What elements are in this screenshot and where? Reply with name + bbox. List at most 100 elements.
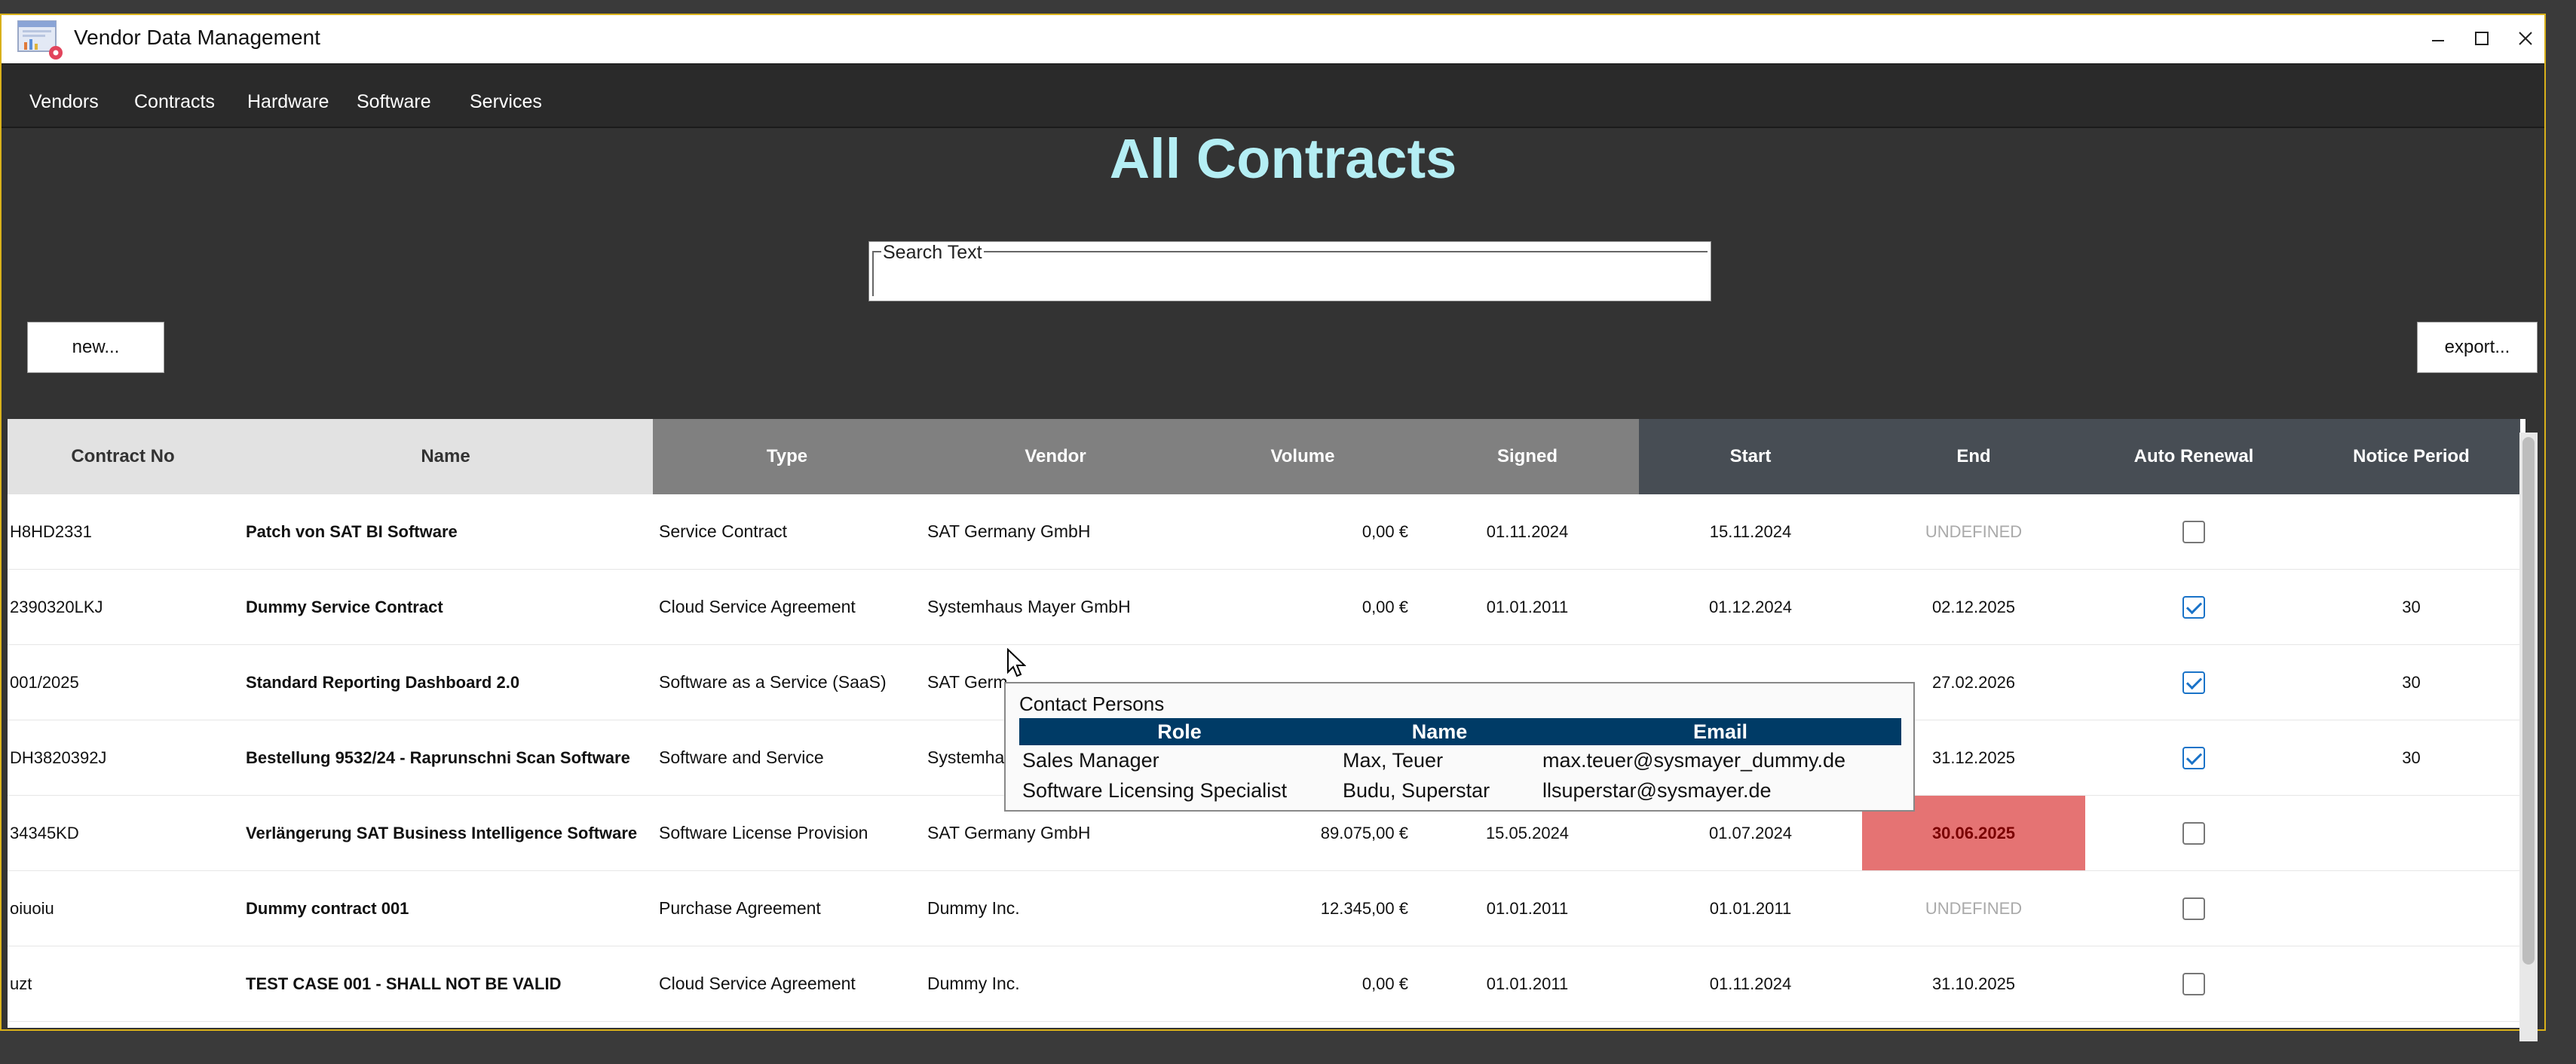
search-input[interactable] xyxy=(872,252,1708,296)
cell-type: Software and Service xyxy=(653,720,921,796)
header-volume[interactable]: Volume xyxy=(1190,419,1416,494)
menu-software[interactable]: Software xyxy=(357,65,431,127)
scrollbar-thumb[interactable] xyxy=(2522,437,2535,965)
contact-name: Budu, Superstar xyxy=(1343,778,1490,802)
table-row[interactable]: H8HD2331 Patch von SAT BI Software Servi… xyxy=(8,494,2520,570)
cell-type: Software License Provision xyxy=(653,795,921,871)
new-button[interactable]: new... xyxy=(27,322,164,373)
cell-volume: 0,00 € xyxy=(1190,946,1416,1022)
contact-name: Max, Teuer xyxy=(1343,748,1444,772)
cell-signed: 01.01.2011 xyxy=(1416,870,1639,946)
cell-name: Patch von SAT BI Software xyxy=(238,494,653,570)
menu-hardware[interactable]: Hardware xyxy=(247,65,329,127)
table-row[interactable]: 2390320LKJ Dummy Service Contract Cloud … xyxy=(8,569,2520,645)
cell-notice-period xyxy=(2302,870,2520,946)
contact-email: max.teuer@sysmayer_dummy.de xyxy=(1542,748,1846,772)
cell-start: 01.11.2024 xyxy=(1639,946,1862,1022)
header-name[interactable]: Name xyxy=(238,419,653,494)
cell-signed: 01.11.2024 xyxy=(1416,494,1639,570)
header-signed[interactable]: Signed xyxy=(1416,419,1639,494)
minimize-icon[interactable] xyxy=(2419,21,2457,57)
cell-type: Software as a Service (SaaS) xyxy=(653,644,921,720)
cell-vendor: Systemhaus Mayer GmbH xyxy=(921,569,1190,645)
header-contract-no[interactable]: Contract No xyxy=(8,419,238,494)
menu-bar: Vendors Contracts Hardware Software Serv… xyxy=(2,65,2544,128)
contact-role: Software Licensing Specialist xyxy=(1022,778,1288,802)
cell-type: Service Contract xyxy=(653,494,921,570)
cell-auto-renewal xyxy=(2085,494,2302,570)
cell-notice-period: 30 xyxy=(2302,644,2520,720)
cell-vendor: Dummy Inc. xyxy=(921,946,1190,1022)
cell-name: Standard Reporting Dashboard 2.0 xyxy=(238,644,653,720)
auto-renewal-checkbox[interactable] xyxy=(2182,671,2205,694)
header-end[interactable]: End xyxy=(1862,419,2085,494)
search-label: Search Text xyxy=(881,242,984,264)
cell-name: Verlängerung SAT Business Intelligence S… xyxy=(238,795,653,871)
menu-contracts[interactable]: Contracts xyxy=(134,65,215,127)
cell-contract-no: uzt xyxy=(8,946,238,1022)
export-button[interactable]: export... xyxy=(2417,322,2538,373)
maximize-icon[interactable] xyxy=(2463,21,2501,57)
app-icon xyxy=(17,20,63,60)
cell-signed: 01.01.2011 xyxy=(1416,569,1639,645)
cell-auto-renewal xyxy=(2085,720,2302,796)
cell-start: 01.12.2024 xyxy=(1639,569,1862,645)
cell-volume: 0,00 € xyxy=(1190,494,1416,570)
header-type[interactable]: Type xyxy=(653,419,921,494)
header-notice-period[interactable]: Notice Period xyxy=(2302,419,2520,494)
menu-vendors[interactable]: Vendors xyxy=(29,65,99,127)
search-field[interactable]: Search Text xyxy=(868,241,1711,301)
cell-volume: 12.345,00 € xyxy=(1190,870,1416,946)
auto-renewal-checkbox[interactable] xyxy=(2182,897,2205,920)
cell-end: UNDEFINED xyxy=(1862,494,2085,570)
cell-end: 31.10.2025 xyxy=(1862,946,2085,1022)
tooltip-header-name: Name xyxy=(1340,718,1539,745)
mouse-pointer-icon xyxy=(1007,648,1026,677)
cell-notice-period xyxy=(2302,946,2520,1022)
cell-contract-no: H8HD2331 xyxy=(8,494,238,570)
menu-services[interactable]: Services xyxy=(470,65,542,127)
auto-renewal-checkbox[interactable] xyxy=(2182,821,2205,845)
cell-auto-renewal xyxy=(2085,946,2302,1022)
cell-name: Bestellung 9532/24 - Raprunschni Scan So… xyxy=(238,720,653,796)
tooltip-title: Contact Persons xyxy=(1019,693,1165,715)
contact-persons-tooltip: Contact Persons Role Name Email Sales Ma… xyxy=(1004,682,1915,812)
auto-renewal-checkbox[interactable] xyxy=(2182,746,2205,769)
table-row[interactable]: uzt TEST CASE 001 - SHALL NOT BE VALID C… xyxy=(8,946,2520,1022)
header-vendor[interactable]: Vendor xyxy=(921,419,1190,494)
contact-row: Sales Manager Max, Teuer max.teuer@sysma… xyxy=(1019,745,1901,775)
cell-name: TEST CASE 001 - SHALL NOT BE VALID xyxy=(238,946,653,1022)
cell-contract-no: 34345KD xyxy=(8,795,238,871)
page-title: All Contracts xyxy=(1109,127,1457,190)
table-row[interactable]: oiuoiu Dummy contract 001 Purchase Agree… xyxy=(8,870,2520,946)
tooltip-header-email: Email xyxy=(1539,718,1901,745)
cell-auto-renewal xyxy=(2085,644,2302,720)
cell-notice-period: 30 xyxy=(2302,569,2520,645)
cell-contract-no: oiuoiu xyxy=(8,870,238,946)
header-start[interactable]: Start xyxy=(1639,419,1862,494)
cell-notice-period: 30 xyxy=(2302,720,2520,796)
title-bar: Vendor Data Management xyxy=(2,15,2544,65)
close-icon[interactable] xyxy=(2507,21,2544,57)
cell-contract-no: 2390320LKJ xyxy=(8,569,238,645)
cell-contract-no: DH3820392J xyxy=(8,720,238,796)
auto-renewal-checkbox[interactable] xyxy=(2182,595,2205,619)
cell-end: 02.12.2025 xyxy=(1862,569,2085,645)
cell-type: Purchase Agreement xyxy=(653,870,921,946)
cell-volume: 0,00 € xyxy=(1190,569,1416,645)
cell-type: Cloud Service Agreement xyxy=(653,569,921,645)
contact-role: Sales Manager xyxy=(1022,748,1159,772)
window-title: Vendor Data Management xyxy=(74,26,320,49)
cell-end: UNDEFINED xyxy=(1862,870,2085,946)
table-header-row: Contract No Name Type Vendor Volume Sign… xyxy=(8,419,2520,494)
cell-notice-period xyxy=(2302,494,2520,570)
cell-name: Dummy contract 001 xyxy=(238,870,653,946)
cell-signed: 01.01.2011 xyxy=(1416,946,1639,1022)
cell-auto-renewal xyxy=(2085,870,2302,946)
cell-notice-period xyxy=(2302,795,2520,871)
app-window: Vendor Data Management Vendors Contracts… xyxy=(0,14,2546,1041)
auto-renewal-checkbox[interactable] xyxy=(2182,520,2205,543)
table-scrollbar[interactable] xyxy=(2519,433,2538,1041)
auto-renewal-checkbox[interactable] xyxy=(2182,972,2205,995)
header-auto-renewal[interactable]: Auto Renewal xyxy=(2085,419,2302,494)
